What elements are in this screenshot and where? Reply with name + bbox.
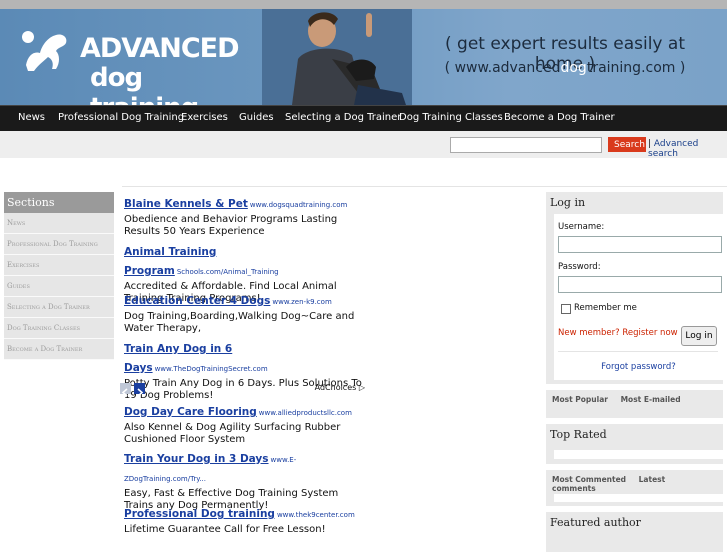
chevron-left-icon	[121, 388, 128, 397]
tab-most-popular[interactable]: Most Popular	[552, 395, 608, 404]
username-field[interactable]	[558, 236, 722, 253]
ad-item[interactable]: Blaine Kennels & Pet www.dogsquadtraining…	[124, 192, 369, 238]
advanced-search-label: Advanced search	[648, 139, 699, 159]
password-label: Password:	[558, 262, 601, 272]
top-rated-heading: Top Rated	[550, 428, 607, 441]
featured-author-box: Featured author	[546, 512, 723, 552]
tab-most-emailed[interactable]: Most E-mailed	[621, 395, 681, 404]
ad-item[interactable]: Education Center 4 Dogs www.zen-k9.com Do…	[124, 289, 369, 335]
login-form: Username: Password: Remember me New memb…	[554, 214, 723, 380]
ad-description: Also Kennel & Dog Agility Surfacing Rubb…	[124, 422, 341, 445]
sections-heading: Sections	[4, 192, 114, 213]
tab-most-commented[interactable]: Most Commented	[552, 475, 626, 484]
trainer-with-dog-photo	[262, 9, 412, 105]
sections-sidebar: Sections News Professional Dog Training …	[4, 192, 114, 360]
site-logo[interactable]: ADVANCED dog training	[18, 19, 248, 105]
ad-navigation: AdChoices ▷	[120, 383, 365, 397]
nav-guides[interactable]: Guides	[239, 112, 274, 123]
url-prefix: ( www.advanced	[444, 60, 561, 76]
ad-description: Lifetime Guarantee Call for Free Lesson!	[124, 524, 326, 535]
main-nav: News Professional Dog Training Exercises…	[0, 105, 727, 131]
dog-silhouette-icon	[22, 31, 67, 71]
sidebar-item-professional-dog-training[interactable]: Professional Dog Training	[4, 234, 114, 255]
logo-text-dog-training: dog training	[90, 63, 199, 105]
forgot-password-link[interactable]: Forgot password?	[554, 362, 723, 372]
ad-item[interactable]: Dog Day Care Flooring www.alliedproductsl…	[124, 400, 369, 446]
ad-site[interactable]: www.thek9center.com	[277, 511, 355, 519]
nav-exercises[interactable]: Exercises	[181, 112, 228, 123]
content-divider	[122, 186, 727, 187]
nav-professional-dog-training[interactable]: Professional Dog Training	[58, 112, 184, 123]
login-divider	[558, 351, 718, 352]
popular-tabs: Most Popular Most E-mailed	[546, 390, 723, 409]
ad-description: Obedience and Behavior Programs Lasting …	[124, 214, 338, 237]
sidebar-item-dog-training-classes[interactable]: Dog Training Classes	[4, 318, 114, 339]
ad-next-arrow-icon[interactable]	[134, 383, 145, 397]
remember-me-label: Remember me	[574, 303, 637, 313]
adchoices-icon: ▷	[358, 383, 365, 392]
ad-title[interactable]: Dog Day Care Flooring	[124, 406, 257, 418]
sidebar-item-exercises[interactable]: Exercises	[4, 255, 114, 276]
login-box: Log in Username: Password: Remember me N…	[546, 192, 723, 384]
username-label: Username:	[558, 222, 605, 232]
top-rated-content	[554, 450, 723, 459]
nav-dog-training-classes[interactable]: Dog Training Classes	[399, 112, 503, 123]
ad-site[interactable]: www.TheDogTrainingSecret.com	[155, 365, 268, 373]
search-input[interactable]	[450, 137, 602, 153]
ad-site[interactable]: www.alliedproductsllc.com	[259, 409, 352, 417]
ad-title[interactable]: Professional Dog training	[124, 508, 275, 520]
password-field[interactable]	[558, 276, 722, 293]
top-rated-box: Top Rated	[546, 424, 723, 464]
logo-text-advanced: ADVANCED	[80, 33, 240, 64]
search-button[interactable]: Search	[608, 137, 646, 152]
adchoices-link[interactable]: AdChoices ▷	[315, 383, 365, 392]
adchoices-label: AdChoices	[314, 383, 357, 392]
ad-description: Dog Training,Boarding,Walking Dog~Care a…	[124, 311, 355, 334]
ad-prev-arrow-icon[interactable]	[120, 383, 131, 397]
nav-become-a-dog-trainer[interactable]: Become a Dog Trainer	[504, 112, 615, 123]
sidebar-item-become-a-dog-trainer[interactable]: Become a Dog Trainer	[4, 339, 114, 360]
register-link[interactable]: New member? Register now	[558, 328, 678, 338]
comments-content	[554, 494, 723, 502]
search-bar: Search | Advanced search	[0, 131, 727, 159]
ad-title[interactable]: Train Your Dog in 3 Days	[124, 453, 269, 465]
login-heading: Log in	[550, 196, 586, 209]
advanced-search-link[interactable]: | Advanced search	[648, 139, 727, 159]
remember-me-checkbox[interactable]	[561, 304, 571, 314]
sidebar-item-selecting-a-dog-trainer[interactable]: Selecting a Dog Trainer	[4, 297, 114, 318]
ad-site[interactable]: www.zen-k9.com	[272, 298, 331, 306]
nav-selecting-a-dog-trainer[interactable]: Selecting a Dog Trainer	[285, 112, 401, 123]
url-highlight: dog	[560, 60, 587, 76]
ad-site[interactable]: Schools.com/Animal_Training	[177, 268, 279, 276]
login-button[interactable]: Log in	[681, 326, 717, 346]
ad-item[interactable]: Professional Dog training www.thek9center…	[124, 502, 369, 536]
comments-tabs-box: Most Commented Latest comments	[546, 470, 723, 506]
top-strip	[0, 0, 727, 9]
nav-news[interactable]: News	[18, 112, 45, 123]
site-url: ( www.advanceddogtraining.com )	[420, 60, 710, 76]
search-separator: |	[648, 139, 652, 149]
popular-tabs-box: Most Popular Most E-mailed	[546, 390, 723, 418]
featured-author-heading: Featured author	[550, 516, 641, 529]
sidebar-item-guides[interactable]: Guides	[4, 276, 114, 297]
ad-title[interactable]: Blaine Kennels & Pet	[124, 198, 248, 210]
ad-title[interactable]: Education Center 4 Dogs	[124, 295, 270, 307]
site-header: ADVANCED dog training ( get expert resul…	[0, 9, 727, 105]
url-suffix: training.com )	[586, 60, 686, 76]
chevron-right-icon	[137, 388, 144, 397]
ad-site[interactable]: www.dogsquadtraining.com	[250, 201, 347, 209]
sidebar-item-news[interactable]: News	[4, 213, 114, 234]
right-column: Log in Username: Password: Remember me N…	[546, 192, 723, 558]
